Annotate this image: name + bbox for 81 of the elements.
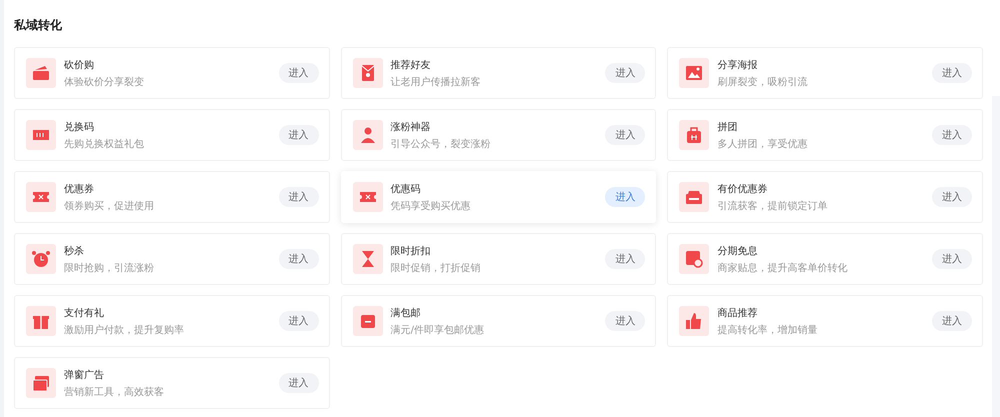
enter-button[interactable]: 进入 [278, 187, 319, 207]
tool-name: 弹窗广告 [64, 368, 104, 382]
popup-icon [26, 368, 56, 398]
person-icon [352, 120, 383, 150]
tool-name: 优惠券 [64, 182, 94, 196]
tool-card[interactable]: 分期免息 商家贴息，提升高客单价转化 进入 [667, 233, 983, 285]
tool-description: 限时促销，打折促销 [390, 262, 481, 274]
tool-description: 刷屏裂变，吸粉引流 [717, 76, 808, 88]
section-title: 私域转化 [14, 17, 63, 34]
tool-description: 限时抢购，引流涨粉 [64, 262, 154, 274]
enter-button[interactable]: 进入 [278, 125, 319, 145]
tool-description: 商家贴息，提升高客单价转化 [717, 262, 848, 274]
tool-description: 体验砍价分享裂变 [64, 76, 144, 88]
tool-description: 凭码享受购买优惠 [390, 200, 471, 212]
tool-description: 多人拼团，享受优惠 [717, 138, 808, 150]
tool-card[interactable]: 满包邮 满元/件即享包邮优惠 进入 [340, 295, 656, 347]
tool-description: 先购兑换权益礼包 [64, 138, 144, 150]
tool-name: 推荐好友 [390, 58, 431, 72]
tool-card[interactable]: 有价优惠券 引流获客，提前锁定订单 进入 [667, 171, 983, 223]
enter-button[interactable]: 进入 [932, 311, 972, 331]
tool-card[interactable]: 优惠码 凭码享受购买优惠 进入 [340, 171, 656, 223]
enter-button[interactable]: 进入 [932, 249, 972, 269]
tool-card[interactable]: 推荐好友 让老用户传播拉新客 进入 [340, 47, 656, 99]
tool-card[interactable]: 砍价购 体验砍价分享裂变 进入 [14, 47, 330, 99]
tool-name: 限时折扣 [390, 244, 431, 258]
tool-description: 提高转化率，增加销量 [717, 324, 818, 336]
tool-name: 秒杀 [64, 244, 84, 258]
tool-name: 支付有礼 [64, 306, 104, 320]
wallet-icon [679, 182, 710, 212]
enter-button[interactable]: 进入 [605, 187, 646, 207]
tool-card[interactable]: 分享海报 刷屏裂变，吸粉引流 进入 [667, 47, 983, 99]
enter-button[interactable]: 进入 [605, 249, 646, 269]
tool-card[interactable]: 优惠券 领券购买，促进使用 进入 [14, 171, 330, 223]
coupon-icon [352, 182, 383, 212]
enter-button[interactable]: 进入 [932, 187, 972, 207]
thumbs-up-icon [679, 306, 710, 336]
bag-icon [26, 58, 56, 88]
box-icon [352, 306, 383, 336]
tool-card[interactable]: 涨粉神器 引导公众号，裂变涨粉 进入 [340, 109, 656, 161]
envelope-icon [352, 58, 383, 88]
enter-button[interactable]: 进入 [605, 63, 646, 83]
tool-card[interactable]: 拼团 多人拼团，享受优惠 进入 [667, 109, 983, 161]
tool-card[interactable]: 支付有礼 激励用户付款，提升复购率 进入 [14, 295, 330, 347]
tool-name: 满包邮 [390, 306, 421, 320]
tool-description: 引流获客，提前锁定订单 [717, 200, 828, 212]
tool-description: 满元/件即享包邮优惠 [390, 324, 484, 336]
tool-card[interactable]: 商品推荐 提高转化率，增加销量 进入 [667, 295, 983, 347]
ticket-icon [26, 120, 56, 150]
hourglass-icon [352, 244, 383, 274]
gift-icon [26, 306, 56, 336]
enter-button[interactable]: 进入 [278, 373, 319, 393]
tool-name: 砍价购 [64, 58, 94, 72]
tool-card[interactable]: 兑换码 先购兑换权益礼包 进入 [14, 109, 330, 161]
tool-card[interactable]: 弹窗广告 营销新工具，高效获客 进入 [14, 357, 330, 409]
tool-name: 兑换码 [64, 120, 94, 134]
enter-button[interactable]: 进入 [605, 311, 646, 331]
tool-name: 分期免息 [717, 244, 758, 258]
tool-description: 营销新工具，高效获客 [64, 386, 164, 398]
enter-button[interactable]: 进入 [605, 125, 646, 145]
suitcase-icon [679, 120, 710, 150]
enter-button[interactable]: 进入 [278, 311, 319, 331]
installment-icon [679, 244, 710, 274]
tool-name: 涨粉神器 [390, 120, 431, 134]
enter-button[interactable]: 进入 [278, 249, 319, 269]
tool-name: 拼团 [717, 120, 738, 134]
tool-description: 领券购买，促进使用 [64, 200, 154, 212]
tool-name: 优惠码 [390, 182, 421, 196]
coupon-icon [26, 182, 56, 212]
tool-card[interactable]: 秒杀 限时抢购，引流涨粉 进入 [14, 233, 330, 285]
alarm-clock-icon [26, 244, 56, 274]
tool-description: 引导公众号，裂变涨粉 [390, 138, 491, 150]
tool-name: 分享海报 [717, 58, 758, 72]
enter-button[interactable]: 进入 [932, 63, 972, 83]
enter-button[interactable]: 进入 [932, 125, 972, 145]
tool-name: 有价优惠券 [717, 182, 768, 196]
image-icon [679, 58, 710, 88]
tool-card[interactable]: 限时折扣 限时促销，打折促销 进入 [340, 233, 656, 285]
tool-description: 让老用户传播拉新客 [390, 76, 481, 88]
enter-button[interactable]: 进入 [278, 63, 319, 83]
tool-name: 商品推荐 [717, 306, 758, 320]
tool-description: 激励用户付款，提升复购率 [64, 324, 184, 336]
